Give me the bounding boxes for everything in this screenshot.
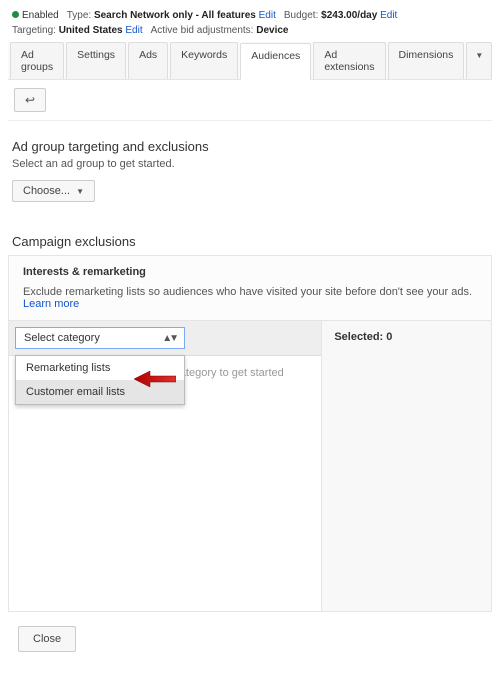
tab-label: Settings xyxy=(77,49,115,61)
learn-more-link[interactable]: Learn more xyxy=(23,298,79,310)
selected-count: Selected: 0 xyxy=(334,329,479,349)
campaign-info-bar: Enabled Type: Search Network only - All … xyxy=(8,8,492,42)
targeting-value: United States xyxy=(59,25,123,36)
panel-desc: Exclude remarketing lists so audiences w… xyxy=(23,286,477,310)
budget-block: Budget: $243.00/day Edit xyxy=(284,10,397,21)
dropdown-item-label: Remarketing lists xyxy=(26,362,110,374)
type-label: Type: xyxy=(67,10,91,21)
targeting-edit-link[interactable]: Edit xyxy=(125,25,142,36)
chevron-down-icon: ▼ xyxy=(76,187,84,196)
exclusions-panel: Interests & remarketing Exclude remarket… xyxy=(8,255,492,612)
panel-header: Interests & remarketing Exclude remarket… xyxy=(9,256,491,321)
back-button[interactable]: ↩ xyxy=(14,88,46,112)
panel-footer: Close xyxy=(8,612,492,666)
tab-bar: Ad groups Settings Ads Keywords Audience… xyxy=(8,42,492,80)
tab-audiences[interactable]: Audiences xyxy=(240,43,311,80)
budget-value: $243.00/day xyxy=(321,10,377,21)
callout-arrow-icon xyxy=(134,369,176,389)
targeting-subtitle: Select an ad group to get started. xyxy=(12,158,488,170)
tab-label: Dimensions xyxy=(399,49,454,61)
tab-keywords[interactable]: Keywords xyxy=(170,42,238,79)
targeting-block: Targeting: United States Edit xyxy=(12,25,143,36)
tab-label: Ad extensions xyxy=(324,49,374,73)
back-bar: ↩ xyxy=(8,80,492,121)
campaign-exclusions-heading: Campaign exclusions xyxy=(12,234,492,249)
type-edit-link[interactable]: Edit xyxy=(259,10,276,21)
sort-icon: ▲▼ xyxy=(162,333,176,344)
tab-ads[interactable]: Ads xyxy=(128,42,168,79)
bid-adjust-label: Active bid adjustments: xyxy=(151,25,254,36)
tab-overflow[interactable]: ▼ xyxy=(466,42,492,79)
select-category-label: Select category xyxy=(24,332,100,344)
tab-dimensions[interactable]: Dimensions xyxy=(388,42,465,79)
tab-ad-extensions[interactable]: Ad extensions xyxy=(313,42,385,79)
tab-label: Audiences xyxy=(251,50,300,62)
budget-label: Budget: xyxy=(284,10,318,21)
targeting-section: Ad group targeting and exclusions Select… xyxy=(8,121,492,212)
type-value: Search Network only - All features xyxy=(94,10,256,21)
category-column: Select category ▲▼ ng category to get st… xyxy=(9,321,322,611)
tab-label: Ad groups xyxy=(21,49,53,73)
panel-title: Interests & remarketing xyxy=(23,266,477,278)
bid-adjust-block: Active bid adjustments: Device xyxy=(151,25,289,36)
type-block: Type: Search Network only - All features… xyxy=(67,10,276,21)
targeting-label: Targeting: xyxy=(12,25,56,36)
selected-column: Selected: 0 xyxy=(322,321,491,611)
choose-ad-group-button[interactable]: Choose... ▼ xyxy=(12,180,95,202)
dropdown-item-label: Customer email lists xyxy=(26,386,125,398)
select-category-row: Select category ▲▼ xyxy=(9,321,321,356)
bid-adjust-value: Device xyxy=(256,25,288,36)
targeting-title: Ad group targeting and exclusions xyxy=(12,139,488,154)
close-label: Close xyxy=(33,633,61,645)
select-category-dropdown[interactable]: Select category ▲▼ xyxy=(15,327,185,349)
back-arrow-icon: ↩ xyxy=(25,93,35,107)
tab-label: Keywords xyxy=(181,49,227,61)
panel-desc-text: Exclude remarketing lists so audiences w… xyxy=(23,286,472,298)
tab-settings[interactable]: Settings xyxy=(66,42,126,79)
budget-edit-link[interactable]: Edit xyxy=(380,10,397,21)
choose-label: Choose... xyxy=(23,185,70,197)
tab-ad-groups[interactable]: Ad groups xyxy=(10,42,64,79)
tab-label: Ads xyxy=(139,49,157,61)
status-indicator: Enabled xyxy=(12,10,59,21)
panel-body: Select category ▲▼ ng category to get st… xyxy=(9,321,491,611)
close-button[interactable]: Close xyxy=(18,626,76,652)
chevron-down-icon: ▼ xyxy=(475,51,483,60)
